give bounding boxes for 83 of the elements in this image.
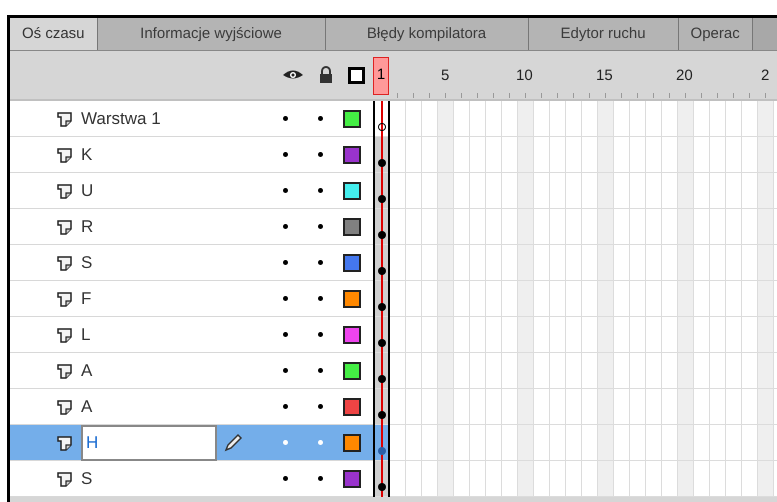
layer-color-swatch[interactable]	[343, 290, 361, 308]
tick-mark	[620, 93, 622, 98]
tick-mark	[748, 93, 750, 98]
tick-mark	[588, 93, 590, 98]
lock-icon[interactable]	[318, 66, 334, 84]
layer-icon	[57, 326, 73, 342]
frame-number: 20	[676, 66, 693, 86]
layer-row[interactable]: H	[10, 425, 373, 461]
tab[interactable]: Oś czasu	[10, 18, 98, 50]
layer-name-field[interactable]: H	[81, 424, 217, 460]
tick-mark	[540, 93, 542, 98]
layer-name[interactable]: K	[81, 142, 283, 168]
layer-row[interactable]: K	[10, 137, 373, 173]
layer-color-swatch[interactable]	[343, 434, 361, 452]
layer-name[interactable]: Warstwa 1	[81, 106, 283, 132]
tick-mark	[604, 93, 606, 98]
tick-mark	[396, 93, 398, 98]
layer-icon	[57, 290, 73, 306]
frame-number: 15	[596, 66, 613, 86]
tick-mark	[492, 93, 494, 98]
layer-icon	[57, 182, 73, 198]
tab[interactable]: Edytor ruchu	[528, 18, 679, 50]
outline-square-icon[interactable]	[348, 66, 365, 84]
tab[interactable]: Operac	[678, 18, 753, 50]
frame-number: 2	[761, 66, 770, 86]
layer-name[interactable]: L	[81, 322, 283, 348]
tab[interactable]: Informacje wyjściowe	[98, 18, 326, 50]
layer-color-swatch[interactable]	[343, 110, 361, 128]
layer-row[interactable]: A	[10, 353, 373, 389]
hollow-keyframe-icon[interactable]	[378, 123, 386, 131]
tick-mark	[668, 93, 670, 98]
tick-mark	[764, 93, 766, 98]
layer-color-swatch[interactable]	[343, 218, 361, 236]
tick-mark	[444, 93, 446, 98]
layer-icon	[57, 110, 73, 126]
layer-row[interactable]: S	[10, 461, 373, 497]
layer-color-swatch[interactable]	[343, 470, 361, 488]
tick-mark	[716, 93, 718, 98]
tick-mark	[428, 93, 430, 98]
layer-row[interactable]: S	[10, 245, 373, 281]
layer-color-swatch[interactable]	[343, 326, 361, 344]
layer-name[interactable]: U	[81, 178, 283, 204]
layer-icon	[57, 362, 73, 378]
layer-name[interactable]: R	[81, 214, 283, 240]
frame-number: 10	[516, 66, 533, 86]
layer-row[interactable]: U	[10, 173, 373, 209]
layer-row[interactable]: A	[10, 389, 373, 425]
layer-icon	[57, 218, 73, 234]
layer-name[interactable]: F	[81, 286, 283, 312]
layer-icon	[57, 434, 73, 450]
layer-color-swatch[interactable]	[343, 146, 361, 164]
tick-mark	[684, 93, 686, 98]
tick-mark	[556, 93, 558, 98]
layer-name[interactable]: S	[81, 466, 283, 492]
layer-color-swatch[interactable]	[343, 398, 361, 416]
tick-mark	[700, 93, 702, 98]
tick-mark	[732, 93, 734, 98]
layer-row[interactable]: L	[10, 317, 373, 353]
layer-icon	[57, 254, 73, 270]
layer-name[interactable]: A	[81, 358, 283, 384]
pencil-icon	[223, 432, 243, 452]
tick-mark	[508, 93, 510, 98]
layer-row[interactable]: R	[10, 209, 373, 245]
tick-mark	[524, 93, 526, 98]
tick-mark	[652, 93, 654, 98]
layer-color-swatch[interactable]	[343, 182, 361, 200]
layer-icon	[57, 146, 73, 162]
tick-mark	[460, 93, 462, 98]
tick-mark	[572, 93, 574, 98]
layer-icon	[57, 398, 73, 414]
tick-mark	[412, 93, 414, 98]
layer-color-swatch[interactable]	[343, 254, 361, 272]
tab[interactable]: Błędy kompilatora	[326, 18, 529, 50]
layer-row[interactable]: Warstwa 1	[10, 101, 373, 137]
tick-mark	[476, 93, 478, 98]
layer-icon	[57, 470, 73, 486]
layer-row[interactable]: F	[10, 281, 373, 317]
layer-color-swatch[interactable]	[343, 362, 361, 380]
playhead-marker[interactable]: 1	[373, 57, 389, 95]
frame-number: 5	[441, 66, 450, 86]
tick-mark	[636, 93, 638, 98]
layer-name[interactable]: A	[81, 394, 283, 420]
layer-name[interactable]: S	[81, 250, 283, 276]
